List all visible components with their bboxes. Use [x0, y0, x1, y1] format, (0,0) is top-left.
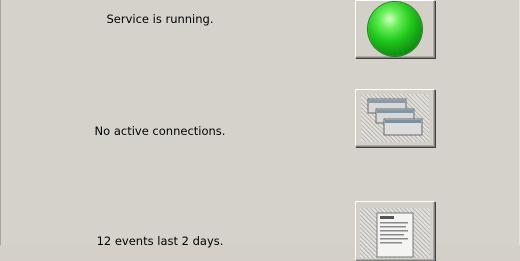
- service-status-panel: Service is running. No active connection…: [0, 0, 520, 261]
- event-log-document-icon: [360, 208, 430, 258]
- service-status-label: Service is running.: [106, 12, 214, 26]
- service-status-button[interactable]: [355, 0, 435, 58]
- panel-left-edge: [0, 0, 1, 245]
- green-status-light-icon: [368, 2, 422, 56]
- connections-button[interactable]: [355, 89, 435, 147]
- connections-windows-icon: [361, 94, 429, 142]
- events-button[interactable]: [355, 201, 435, 261]
- connections-status-label: No active connections.: [94, 124, 226, 138]
- events-status-label: 12 events last 2 days.: [96, 234, 224, 248]
